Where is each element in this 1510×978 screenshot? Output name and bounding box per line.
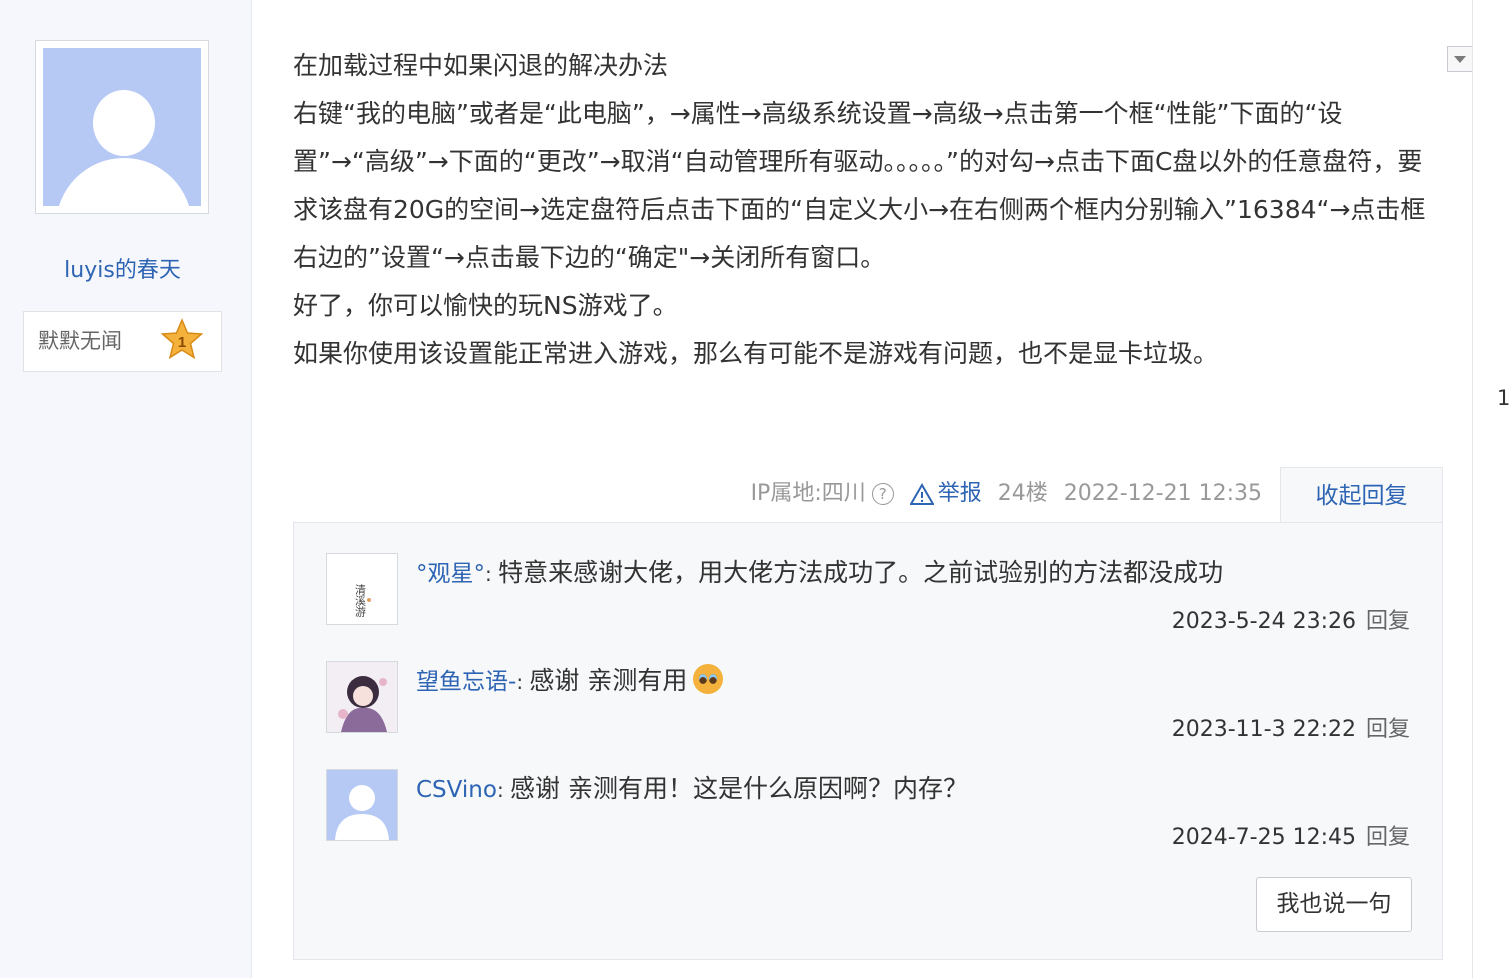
warning-icon <box>909 483 934 505</box>
reply-avatar[interactable] <box>326 661 398 733</box>
reply-button[interactable]: 回复 <box>1366 609 1410 634</box>
calligraphy-avatar-icon: 清溪游 <box>327 554 397 624</box>
reply-item: CSVino: 感谢 亲测有用！这是什么原因啊？内存？ <box>416 774 968 803</box>
reply-text: 特意来感谢大佬，用大佬方法成功了。之前试验别的方法都没成功 <box>498 558 1224 587</box>
anime-girl-avatar-icon <box>327 662 397 732</box>
post-line: 在加载过程中如果闪退的解决办法 <box>293 51 669 80</box>
post-line: 右键“我的电脑”或者是“此电脑”，→属性→高级系统设置→高级→点击第一个框“性能… <box>293 99 1426 272</box>
reply-username-link[interactable]: 望鱼忘语- <box>416 669 516 695</box>
avatar-calligraphy-text: 清溪游 <box>354 584 367 617</box>
report-label: 举报 <box>937 481 982 506</box>
ip-location-text: IP属地:四川 <box>750 481 866 506</box>
post-line: 如果你使用该设置能正常进入游戏，那么有可能不是游戏有问题，也不是显卡垃圾。 <box>293 339 1219 368</box>
post-line: 好了，你可以愉快的玩NS游戏了。 <box>293 291 678 320</box>
post-meta: IP属地:四川 ? 举报 24楼 2022-12-21 12:35 <box>751 478 1262 510</box>
reply-text: 感谢 亲测有用！这是什么原因啊？内存？ <box>510 774 968 803</box>
author-sidebar: luyis的春天 默默无闻 1 <box>0 0 252 978</box>
help-icon[interactable]: ? <box>871 483 894 505</box>
pleading-face-emoji-icon <box>693 664 724 694</box>
level-star-icon: 1 <box>160 318 204 360</box>
reply-item: °观星°: 特意来感谢大佬，用大佬方法成功了。之前试验别的方法都没成功 <box>416 558 1224 587</box>
reply-button[interactable]: 回复 <box>1366 717 1410 742</box>
level-number: 1 <box>178 334 186 351</box>
reply-meta: 2024-7-25 12:45 回复 <box>1172 819 1410 851</box>
default-avatar-icon <box>43 48 201 206</box>
page-number: 1 <box>1497 386 1510 410</box>
reply-meta: 2023-5-24 23:26 回复 <box>1172 603 1410 635</box>
level-title: 默默无闻 <box>38 329 122 353</box>
reply-avatar[interactable] <box>326 769 398 841</box>
reply-time: 2023-5-24 23:26 <box>1171 609 1356 634</box>
default-avatar-icon <box>327 770 397 840</box>
add-reply-button[interactable]: 我也说一句 <box>1256 877 1412 932</box>
reply-time: 2023-11-3 22:22 <box>1171 717 1356 742</box>
author-name-link[interactable]: luyis的春天 <box>0 255 245 287</box>
reply-panel: 清溪游 °观星°: 特意来感谢大佬，用大佬方法成功了。之前试验别的方法都没成功 … <box>293 522 1443 960</box>
reply-text: 感谢 亲测有用 <box>529 666 688 695</box>
floor-number: 24楼 <box>997 481 1048 506</box>
post-timestamp: 2022-12-21 12:35 <box>1063 481 1262 506</box>
report-link[interactable]: 举报 <box>909 478 982 510</box>
post-menu-dropdown-icon[interactable] <box>1447 46 1473 72</box>
reply-username-link[interactable]: °观星° <box>416 561 485 587</box>
reply-time: 2024-7-25 12:45 <box>1171 825 1356 850</box>
author-avatar[interactable] <box>35 40 209 214</box>
reply-button[interactable]: 回复 <box>1366 825 1410 850</box>
divider <box>1472 0 1473 978</box>
reply-meta: 2023-11-3 22:22 回复 <box>1172 711 1410 743</box>
ip-location: IP属地:四川 ? <box>751 478 894 510</box>
reply-item: 望鱼忘语-: 感谢 亲测有用 <box>416 661 724 702</box>
level-badge[interactable]: 默默无闻 1 <box>23 311 222 372</box>
post-content: 在加载过程中如果闪退的解决办法 右键“我的电脑”或者是“此电脑”，→属性→高级系… <box>293 42 1433 378</box>
collapse-replies-button[interactable]: 收起回复 <box>1280 467 1443 523</box>
reply-avatar[interactable]: 清溪游 <box>326 553 398 625</box>
reply-username-link[interactable]: CSVino <box>416 777 497 803</box>
